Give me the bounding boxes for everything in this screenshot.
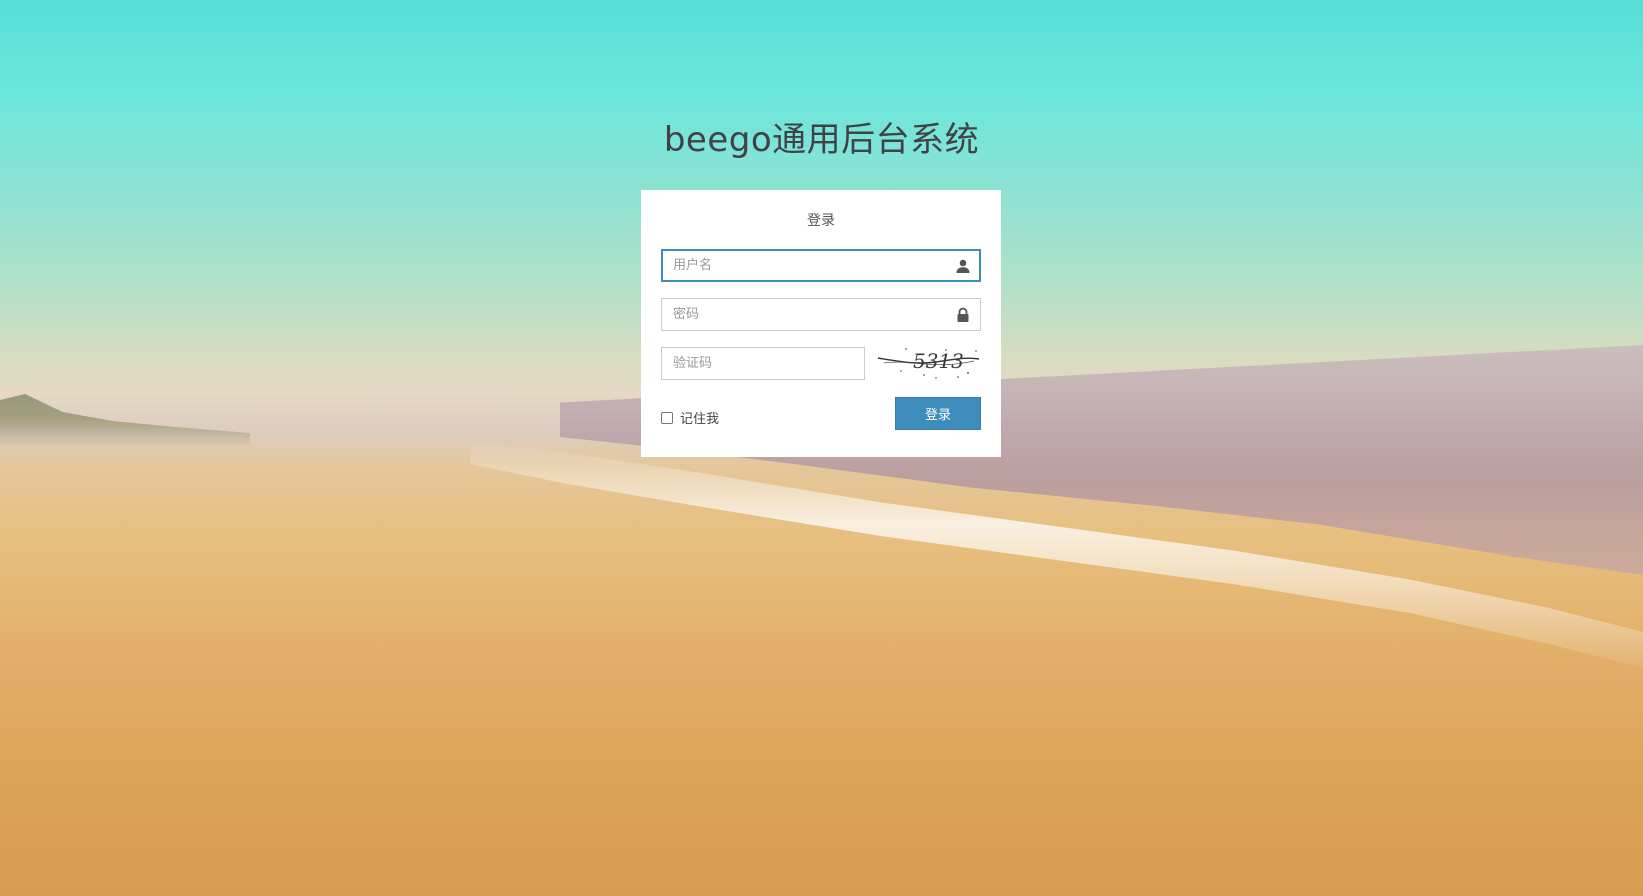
login-button[interactable]: 登录 [895, 397, 981, 430]
login-page: beego通用后台系统 登录 用户名 验证码 5313 记住我 登录 [0, 0, 1643, 896]
remember-label: 记住我 [680, 412, 720, 427]
remember-checkbox[interactable] [661, 411, 673, 424]
background-dunes [0, 394, 250, 448]
login-box: 登录 用户名 验证码 5313 记住我 登录 [641, 190, 1001, 457]
captcha-field [661, 347, 865, 380]
captcha-text: 5313 [913, 349, 964, 373]
password-field [661, 298, 981, 331]
lock-icon [955, 307, 971, 323]
remember-me[interactable]: 记住我 [661, 408, 719, 427]
page-title: beego通用后台系统 [663, 120, 980, 160]
login-heading: 登录 [807, 213, 835, 229]
username-input[interactable] [662, 250, 943, 281]
user-icon [955, 258, 971, 274]
password-input[interactable] [662, 299, 943, 330]
captcha-image[interactable]: 5313 [876, 345, 981, 381]
captcha-input[interactable] [662, 348, 853, 379]
username-field [661, 249, 981, 282]
